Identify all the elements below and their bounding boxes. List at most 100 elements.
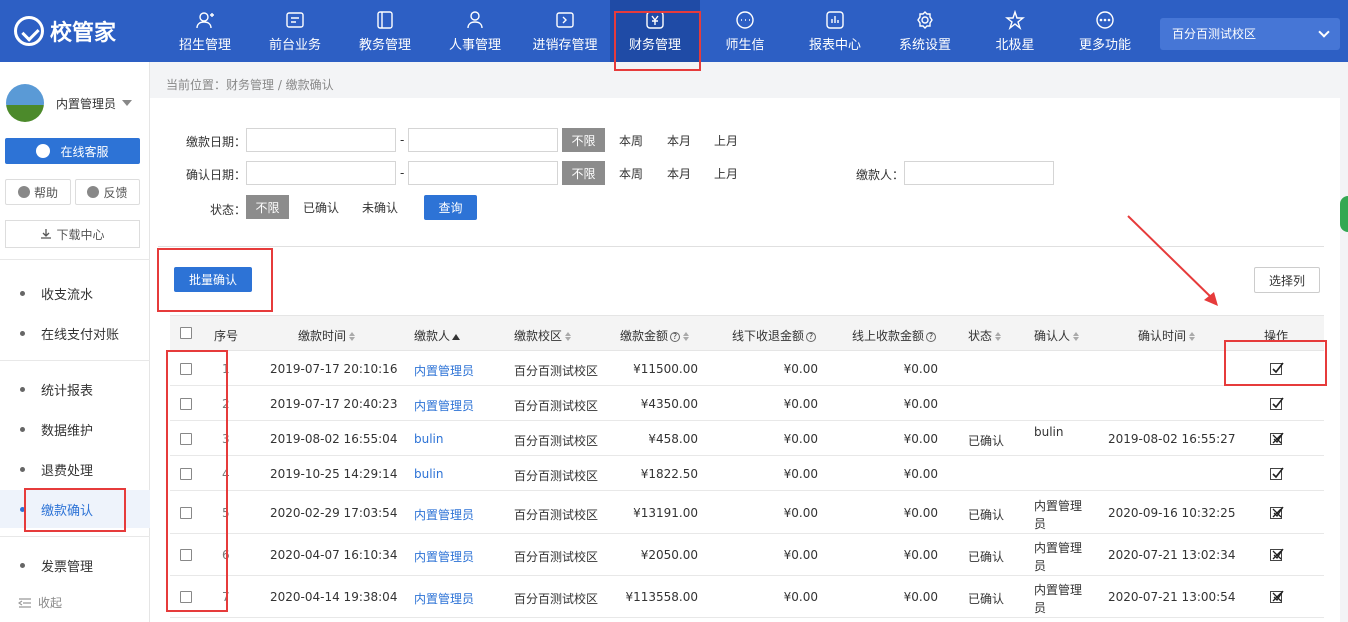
sidebar-item-reports[interactable]: 统计报表 [0, 370, 150, 408]
pay-date-last-month[interactable]: 上月 [707, 128, 745, 152]
download-center-button[interactable]: 下载中心 [5, 220, 140, 248]
row-payer-link[interactable]: 内置管理员 [414, 397, 474, 414]
status-unlimited-tag[interactable]: 不限 [246, 195, 289, 219]
nav-item-yen[interactable]: 财务管理 [610, 0, 700, 62]
payer-input[interactable] [904, 161, 1054, 185]
nav-item-card[interactable]: 前台业务 [250, 0, 340, 62]
nav-item-report[interactable]: 报表中心 [790, 0, 880, 62]
pay-date-start-input[interactable] [246, 128, 396, 152]
nav-item-more[interactable]: 更多功能 [1060, 0, 1150, 62]
row-payer-link[interactable]: 内置管理员 [414, 548, 474, 565]
sidebar-item-data-maintenance[interactable]: 数据维护 [0, 410, 150, 448]
nav-item-star[interactable]: 北极星 [970, 0, 1060, 62]
row-status: 已确认 [968, 592, 1005, 606]
confirm-date-this-week[interactable]: 本周 [612, 161, 650, 185]
row-checkbox[interactable] [180, 433, 192, 445]
row-checkbox[interactable] [180, 363, 192, 375]
pay-date-unlimited-tag[interactable]: 不限 [562, 128, 605, 152]
payment-table: 序号 缴款时间 缴款人 缴款校区 缴款金额? 线下收退金额? 线上收款金额? 状… [170, 315, 1324, 618]
header-payer[interactable]: 缴款人 [414, 327, 461, 344]
row-checkbox[interactable] [180, 468, 192, 480]
select-all-checkbox[interactable] [180, 327, 192, 339]
sort-icon [1189, 332, 1196, 341]
side-widget[interactable] [1340, 196, 1348, 232]
query-button[interactable]: 查询 [424, 195, 477, 220]
pay-date-end-input[interactable] [408, 128, 558, 152]
confirm-date-this-month[interactable]: 本月 [660, 161, 698, 185]
help-button[interactable]: 帮助 [5, 179, 71, 205]
nav-item-inventory[interactable]: 进销存管理 [520, 0, 610, 62]
confirm-date-start-input[interactable] [246, 161, 396, 185]
confirm-action-icon[interactable] [1270, 397, 1284, 410]
confirm-action-icon[interactable] [1270, 362, 1284, 375]
sort-icon [565, 332, 572, 341]
row-status: 已确认 [968, 508, 1005, 522]
bullet-icon [20, 290, 25, 296]
status-unconfirmed-tag[interactable]: 未确认 [355, 195, 405, 219]
batch-confirm-button[interactable]: 批量确认 [174, 267, 252, 292]
bullet-icon [20, 506, 25, 512]
header-confirm-time[interactable]: 确认时间 [1138, 327, 1196, 344]
row-payer-link[interactable]: 内置管理员 [414, 506, 474, 523]
book-icon [377, 10, 393, 29]
collapse-button[interactable]: 收起 [18, 594, 62, 611]
nav-item-message[interactable]: 师生信 [700, 0, 790, 62]
campus-selector[interactable]: 百分百测试校区 [1160, 18, 1340, 50]
row-pay-time: 2019-07-17 20:40:23 [270, 397, 398, 411]
row-campus: 百分百测试校区 [514, 469, 599, 483]
header-pay-time[interactable]: 缴款时间 [298, 327, 356, 344]
nav-item-book[interactable]: 教务管理 [340, 0, 430, 62]
row-payer-link[interactable]: bulin [414, 467, 444, 481]
sidebar-item-label: 在线支付对账 [41, 327, 120, 343]
row-online-amount: ¥0.00 [903, 467, 938, 481]
app-logo[interactable]: 校管家 [14, 15, 116, 47]
header-label: 缴款人 [414, 329, 451, 343]
nav-item-label: 财务管理 [628, 37, 681, 53]
confirm-date-last-month[interactable]: 上月 [707, 161, 745, 185]
nav-item-user-plus[interactable]: 招生管理 [160, 0, 250, 62]
status-confirmed-tag[interactable]: 已确认 [296, 195, 346, 219]
row-payer-link[interactable]: 内置管理员 [414, 362, 474, 379]
header-label: 缴款时间 [298, 329, 347, 343]
row-payer-link[interactable]: 内置管理员 [414, 590, 474, 607]
row-checkbox[interactable] [180, 549, 192, 561]
row-amount: ¥458.00 [648, 432, 698, 446]
nav-item-person[interactable]: 人事管理 [430, 0, 520, 62]
sidebar-item-invoice[interactable]: 发票管理 [0, 546, 150, 584]
header-campus[interactable]: 缴款校区 [514, 327, 572, 344]
header-no: 序号 [214, 329, 239, 343]
confirm-date-unlimited-tag[interactable]: 不限 [562, 161, 605, 185]
sidebar-item-payment-reconcile[interactable]: 在线支付对账 [0, 314, 150, 352]
row-confirm-time: 2020-07-21 13:00:54 [1108, 590, 1236, 604]
cancel-confirm-action-icon[interactable] [1270, 432, 1284, 445]
user-menu[interactable]: 内置管理员 [6, 84, 133, 122]
caret-down-icon [122, 100, 133, 106]
header-amount[interactable]: 缴款金额? [620, 327, 690, 344]
header-label: 缴款金额 [620, 329, 669, 343]
checkmark-icon [1272, 362, 1284, 374]
cancel-confirm-action-icon[interactable] [1270, 506, 1284, 519]
row-checkbox[interactable] [180, 398, 192, 410]
row-campus: 百分百测试校区 [514, 364, 599, 378]
sidebar-item-cashflow[interactable]: 收支流水 [0, 274, 150, 312]
sidebar-item-payment-confirm[interactable]: 缴款确认 [0, 490, 150, 528]
nav-item-gear[interactable]: 系统设置 [880, 0, 970, 62]
header-status[interactable]: 状态 [968, 327, 1002, 344]
star-icon [1005, 9, 1025, 30]
confirm-action-icon[interactable] [1270, 467, 1284, 480]
nav-item-label: 进销存管理 [532, 37, 598, 53]
sidebar-item-refund[interactable]: 退费处理 [0, 450, 150, 488]
row-checkbox[interactable] [180, 591, 192, 603]
cancel-confirm-action-icon[interactable] [1270, 590, 1284, 603]
header-confirmer[interactable]: 确认人 [1034, 327, 1080, 344]
select-columns-button[interactable]: 选择列 [1254, 267, 1320, 293]
cancel-confirm-action-icon[interactable] [1270, 548, 1284, 561]
feedback-button[interactable]: 反馈 [75, 179, 140, 205]
nav-item-label: 教务管理 [358, 37, 411, 53]
row-payer-link[interactable]: bulin [414, 432, 444, 446]
pay-date-this-month[interactable]: 本月 [660, 128, 698, 152]
row-checkbox[interactable] [180, 507, 192, 519]
online-service-button[interactable]: 在线客服 [5, 138, 140, 164]
pay-date-this-week[interactable]: 本周 [612, 128, 650, 152]
confirm-date-end-input[interactable] [408, 161, 558, 185]
